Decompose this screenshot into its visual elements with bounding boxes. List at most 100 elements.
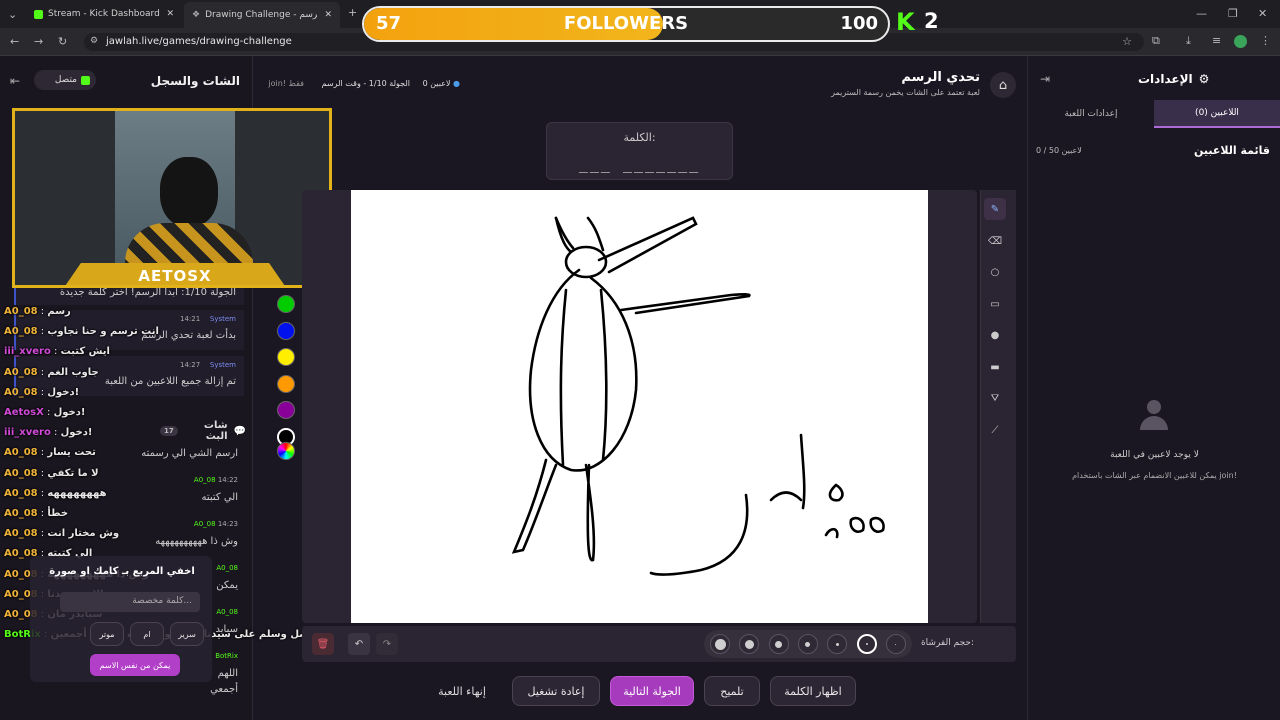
- word-choice[interactable]: سرير: [170, 622, 204, 646]
- chat-message: iii_xvero : ايش كتبت: [4, 346, 110, 357]
- chat-separator: :: [37, 326, 48, 338]
- collapse-right-icon[interactable]: ⇥: [1040, 72, 1050, 86]
- inner-chat-user: A0_08: [216, 564, 238, 572]
- rectangle-fill-icon[interactable]: ▬: [984, 356, 1006, 378]
- color-swatch[interactable]: [277, 374, 295, 393]
- word-choice[interactable]: ام: [130, 622, 164, 646]
- popup-title: اخفي المربع بـ كامك او صورة: [49, 566, 195, 577]
- reload-icon[interactable]: ↻: [58, 35, 67, 48]
- chat-text: لا ما تكفي: [47, 467, 99, 479]
- brush-size-option[interactable]: [768, 634, 789, 654]
- settings-header: ⚙ الإعدادات: [1138, 72, 1268, 86]
- site-info-icon[interactable]: ⚙: [90, 36, 98, 46]
- chat-message: A0_08 : رسم: [4, 306, 71, 317]
- next-round-button[interactable]: الجولة التالية: [610, 676, 694, 706]
- streamer-nameplate: AETOSX: [63, 263, 287, 285]
- settings-panel: ⇥ ⚙ الإعدادات اللاعبين (0) إعدادات اللعب…: [1027, 56, 1280, 720]
- eraser-icon[interactable]: ⌫: [984, 230, 1006, 252]
- message-meta: System: [209, 315, 236, 323]
- color-swatch[interactable]: [277, 321, 295, 340]
- tab-players[interactable]: اللاعبين (0): [1154, 100, 1280, 128]
- chat-username: AetosX: [4, 407, 44, 418]
- chat-message: A0_08 : ههههههههه: [4, 488, 107, 499]
- popup-action-button[interactable]: يمكن من نفس الاسم: [90, 654, 180, 676]
- word-choice[interactable]: موتر: [90, 622, 124, 646]
- maximize-icon[interactable]: ❐: [1228, 7, 1238, 20]
- profile-avatar[interactable]: [1234, 35, 1247, 48]
- menu-icon[interactable]: ⋮: [1260, 34, 1271, 47]
- end-game-button[interactable]: إنهاء اللعبة: [424, 676, 500, 706]
- bookmark-star-icon[interactable]: ☆: [1122, 35, 1132, 48]
- restart-button[interactable]: إعادة تشغيل: [512, 676, 600, 706]
- color-swatch[interactable]: [277, 295, 295, 313]
- tab-search-icon[interactable]: ⌄: [8, 8, 17, 21]
- chat-message: A0_08 : وش مختار انت: [4, 528, 119, 539]
- empty-players-hint: يمكن للاعبين الانضمام عبر الشات باستخدام…: [1072, 471, 1237, 480]
- extensions-icon[interactable]: ⧉: [1152, 34, 1160, 48]
- tab-drawing-challenge[interactable]: ❖ Drawing Challenge - تحدي الرسم ✕: [184, 2, 340, 28]
- brush-size-option[interactable]: [710, 634, 730, 654]
- color-swatch[interactable]: [277, 348, 295, 366]
- drawing-canvas[interactable]: [351, 190, 928, 623]
- brush-size-option[interactable]: [885, 634, 906, 654]
- line-icon[interactable]: ⟋: [984, 419, 1006, 441]
- brush-size-option[interactable]: [856, 634, 877, 654]
- back-icon[interactable]: ←: [10, 35, 19, 48]
- new-tab-icon[interactable]: +: [348, 6, 357, 19]
- panel-title: الشات والسجل: [150, 74, 240, 88]
- rectangle-outline-icon[interactable]: ▭: [984, 293, 1006, 315]
- custom-word-input[interactable]: كلمة مخصصة...: [60, 592, 200, 612]
- media-icon[interactable]: ≡: [1212, 34, 1221, 47]
- chat-separator: :: [37, 306, 48, 317]
- undo-icon[interactable]: ↶: [348, 633, 370, 655]
- circle-outline-icon[interactable]: ○: [984, 261, 1006, 283]
- circle-fill-icon[interactable]: ●: [984, 324, 1006, 346]
- message-meta: System: [209, 361, 236, 369]
- chat-username: A0_08: [4, 386, 38, 398]
- inner-chat-meta: A0_08 14:23: [193, 520, 238, 528]
- close-window-icon[interactable]: ✕: [1258, 7, 1267, 20]
- chat-separator: :: [37, 366, 48, 378]
- trash-icon[interactable]: 🗑: [312, 633, 334, 655]
- minimize-icon[interactable]: —: [1196, 7, 1207, 20]
- streamer-head: [160, 157, 218, 227]
- close-icon[interactable]: ✕: [166, 9, 174, 19]
- fill-bucket-icon[interactable]: ⛛: [984, 387, 1006, 409]
- custom-color-picker[interactable]: [277, 442, 295, 460]
- chat-separator: :: [43, 407, 54, 418]
- chat-username: A0_08: [4, 366, 38, 378]
- followers-goal: 100: [840, 13, 878, 34]
- brush-dot: [805, 641, 811, 647]
- message-time: 14:27: [180, 361, 201, 369]
- brush-dot: [865, 643, 868, 645]
- chat-username: A0_08: [4, 508, 38, 519]
- inner-chat-text: أجمعي: [210, 684, 238, 695]
- reveal-word-button[interactable]: اظهار الكلمة: [770, 676, 856, 706]
- collapse-left-icon[interactable]: ⇤: [10, 74, 20, 88]
- hint-button[interactable]: تلميح: [704, 676, 760, 706]
- brush-size-option[interactable]: [797, 634, 818, 654]
- site-favicon-icon: ❖: [192, 10, 201, 20]
- inner-chat-text: ارسم الشي الي رسمته: [141, 448, 238, 459]
- players-count: 0 لاعبين ●: [422, 79, 460, 88]
- home-icon[interactable]: ⌂: [990, 72, 1016, 98]
- chat-header-label: شات البث: [203, 420, 228, 442]
- settings-title: الإعدادات: [1138, 72, 1193, 86]
- tab-title: Stream - Kick Dashboard: [48, 9, 160, 19]
- chat-text: جاوب الغم: [47, 366, 99, 378]
- inner-chat-text: الي كتبته: [201, 492, 238, 503]
- kick-favicon-icon: [34, 9, 43, 19]
- kick-logo-icon: K: [896, 8, 915, 36]
- tab-kick-dashboard[interactable]: Stream - Kick Dashboard ✕: [26, 4, 182, 24]
- color-swatch[interactable]: [277, 401, 295, 419]
- tab-game-settings[interactable]: إعدادات اللعبة: [1028, 100, 1154, 128]
- close-icon[interactable]: ✕: [324, 10, 332, 20]
- chat-username: A0_08: [4, 487, 38, 499]
- download-icon[interactable]: ⤓: [1186, 34, 1191, 48]
- forward-icon[interactable]: →: [34, 35, 43, 48]
- chat-text: وش مختار انت: [47, 528, 120, 540]
- redo-icon[interactable]: ↷: [376, 633, 398, 655]
- chat-username: A0_08: [4, 326, 38, 338]
- pencil-icon[interactable]: ✎: [984, 198, 1006, 220]
- chat-separator: :: [50, 346, 61, 358]
